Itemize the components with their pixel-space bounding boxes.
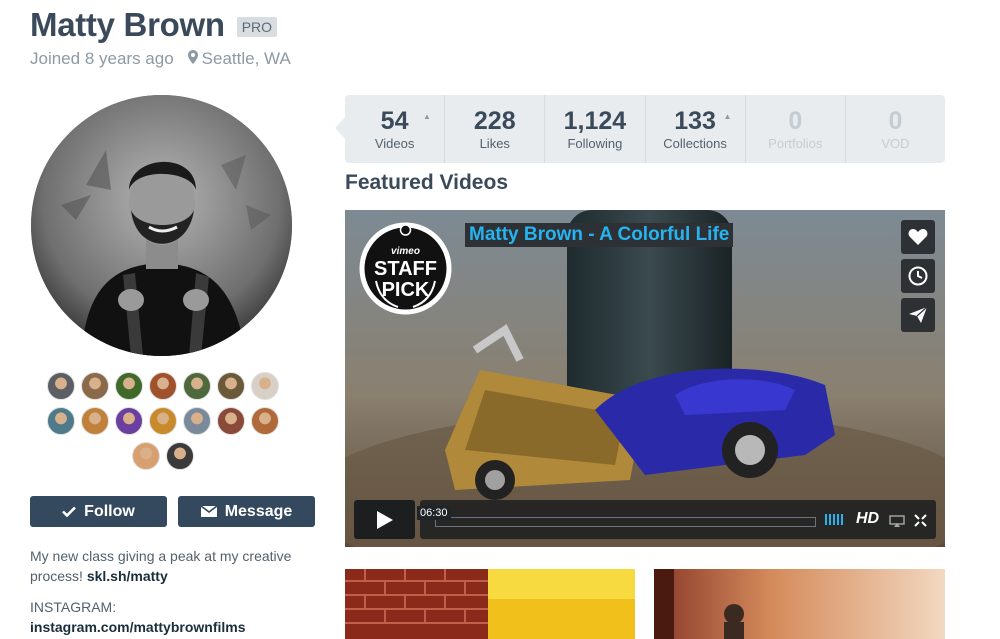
follower-avatar[interactable] — [131, 442, 160, 470]
follow-button[interactable]: Follow — [30, 496, 167, 527]
like-button[interactable] — [901, 220, 935, 254]
video-title-link[interactable]: Matty Brown - A Colorful Life — [465, 223, 734, 247]
location-pin-icon — [187, 49, 198, 69]
featured-videos-heading: Featured Videos — [345, 171, 508, 194]
play-button[interactable] — [354, 500, 415, 539]
stat-likes[interactable]: 228 Likes — [445, 95, 546, 163]
bio-text: My new class giving a peak at my creativ… — [30, 546, 320, 586]
stat-likes-value: 228 — [473, 106, 516, 135]
follower-avatar[interactable] — [250, 407, 279, 435]
message-button-label: Message — [224, 502, 293, 520]
follow-button-label: Follow — [84, 502, 135, 520]
follower-avatar[interactable] — [148, 372, 177, 400]
staff-pick-line2: STAFF — [374, 258, 437, 280]
staff-pick-line3: PICK — [382, 279, 430, 301]
follower-avatar[interactable] — [182, 407, 211, 435]
paper-plane-icon — [909, 306, 928, 323]
caret-up-icon: ▲ — [723, 112, 732, 121]
stats-bar: 54 Videos ▲ 228 Likes 1,124 Following 13… — [335, 95, 945, 163]
stat-vod-value: 0 — [888, 106, 903, 135]
stat-videos[interactable]: 54 Videos ▲ — [345, 95, 446, 163]
staff-pick-vimeo: vimeo — [391, 246, 420, 257]
stat-videos-value: 54 — [380, 106, 409, 135]
stat-vod-label: VOD — [881, 135, 910, 151]
follower-avatar[interactable] — [165, 442, 194, 470]
airplay-icon[interactable] — [889, 515, 905, 527]
follower-avatar[interactable] — [114, 372, 143, 400]
follower-avatar[interactable] — [250, 372, 279, 400]
instagram-link[interactable]: instagram.com/mattybrownfilms — [30, 619, 246, 635]
pro-badge[interactable]: PRO — [236, 17, 278, 37]
stat-videos-label: Videos — [374, 135, 415, 151]
follower-avatar[interactable] — [182, 372, 211, 400]
fullscreen-icon[interactable] — [914, 514, 927, 527]
player-controls: 06:30 HD — [354, 500, 936, 539]
profile-name: Matty Brown — [30, 6, 225, 43]
joined-text: Joined 8 years ago — [30, 49, 174, 68]
follower-avatar[interactable] — [148, 407, 177, 435]
stat-vod[interactable]: 0 VOD — [846, 95, 945, 163]
stat-collections-value: 133 — [674, 106, 716, 135]
profile-header: Matty Brown PRO Joined 8 years ago Seatt… — [30, 6, 291, 69]
checkmark-icon — [62, 506, 77, 517]
stat-following-value: 1,124 — [563, 106, 627, 135]
follower-avatar[interactable] — [46, 407, 75, 435]
stat-portfolios-label: Portfolios — [768, 135, 823, 151]
follower-avatar[interactable] — [80, 407, 109, 435]
stat-collections-label: Collections — [663, 135, 727, 151]
timecode: 06:30 — [417, 506, 451, 520]
video-player[interactable]: vimeo STAFF PICK Matty Brown - A Colorfu… — [345, 210, 945, 547]
progress-timeline[interactable]: 06:30 — [417, 506, 816, 527]
message-button[interactable]: Message — [178, 496, 315, 527]
followers-grid — [40, 372, 285, 470]
follower-avatar[interactable] — [114, 407, 143, 435]
share-button[interactable] — [901, 298, 935, 332]
play-icon — [376, 510, 393, 529]
heart-icon — [908, 229, 928, 245]
follower-avatar[interactable] — [216, 372, 245, 400]
follower-avatar[interactable] — [46, 372, 75, 400]
follower-avatar[interactable] — [80, 372, 109, 400]
follower-avatar[interactable] — [216, 407, 245, 435]
hd-toggle[interactable]: HD — [856, 510, 879, 528]
bio-link[interactable]: skl.sh/matty — [87, 568, 168, 584]
stat-collections[interactable]: 133 Collections ▲ — [646, 95, 746, 163]
stat-likes-label: Likes — [479, 135, 510, 151]
staff-pick-badge: vimeo STAFF PICK — [358, 221, 453, 316]
envelope-icon — [200, 506, 217, 517]
caret-up-icon: ▲ — [423, 112, 431, 121]
video-thumbnail[interactable] — [654, 569, 945, 639]
stat-portfolios-value: 0 — [788, 106, 803, 135]
stat-portfolios[interactable]: 0 Portfolios — [746, 95, 846, 163]
video-thumbnail[interactable] — [345, 569, 635, 639]
location-text[interactable]: Seattle, WA — [202, 49, 291, 69]
instagram-label: INSTAGRAM: — [30, 599, 117, 615]
avatar — [31, 95, 292, 356]
clock-icon — [908, 266, 928, 286]
watch-later-button[interactable] — [901, 259, 935, 293]
volume-control[interactable] — [825, 514, 843, 525]
stat-following[interactable]: 1,124 Following — [545, 95, 646, 163]
stat-following-label: Following — [567, 135, 623, 151]
